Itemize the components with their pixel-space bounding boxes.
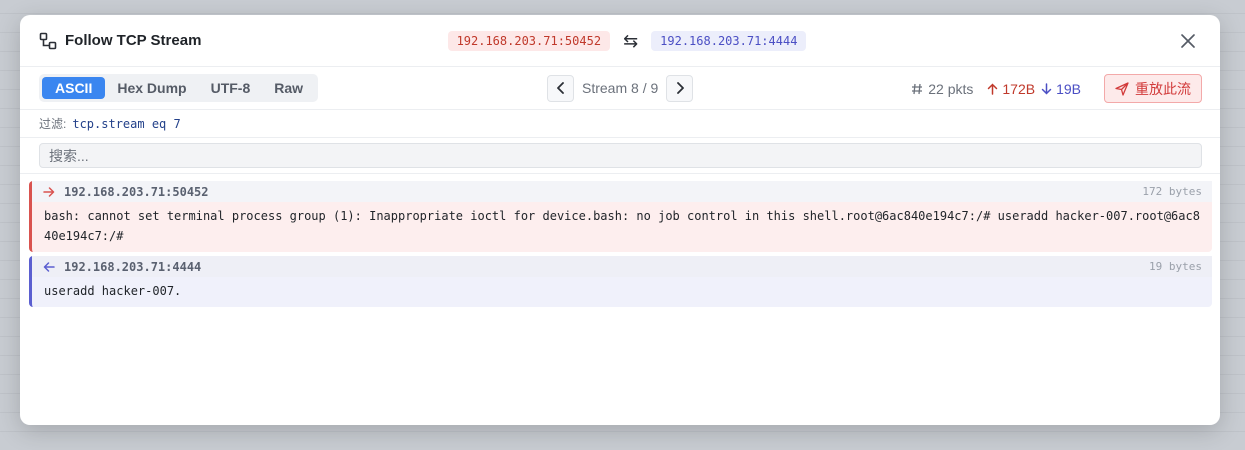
arrow-left-icon	[43, 261, 55, 272]
stream-index-label: Stream 8 / 9	[582, 80, 659, 96]
send-icon	[1115, 81, 1129, 96]
message-endpoint: 192.168.203.71:50452	[64, 184, 209, 199]
search-row	[20, 138, 1220, 174]
packet-count-label: 22 pkts	[928, 80, 974, 97]
dialog-title-group: Follow TCP Stream	[39, 32, 201, 50]
bytes-sent-label: 172B	[1002, 80, 1036, 97]
message-endpoint: 192.168.203.71:4444	[64, 259, 202, 274]
replay-stream-label: 重放此流	[1135, 80, 1191, 97]
message-header: 192.168.203.71:50452 172 bytes	[32, 181, 1212, 202]
chevron-left-icon	[556, 82, 564, 94]
stream-content: 192.168.203.71:50452 172 bytes bash: can…	[20, 174, 1220, 307]
dialog-title: Follow TCP Stream	[65, 32, 202, 49]
bytes-sent: 172B	[987, 81, 1035, 97]
close-icon[interactable]	[1178, 31, 1198, 51]
filter-expression: tcp.stream eq 7	[72, 116, 181, 131]
tab-utf8[interactable]: UTF-8	[199, 77, 263, 99]
stream-toolbar: ASCII Hex Dump UTF-8 Raw Stream 8 / 9 22…	[20, 67, 1220, 110]
filter-label: 过滤:	[39, 117, 67, 131]
hash-icon	[912, 83, 923, 94]
next-stream-button[interactable]	[666, 74, 694, 102]
packet-count: 22 pkts	[911, 81, 973, 97]
message-inbound: 192.168.203.71:4444 19 bytes useradd hac…	[29, 256, 1212, 307]
tab-ascii[interactable]: ASCII	[42, 77, 106, 99]
message-size: 19 bytes	[1149, 260, 1202, 273]
destination-endpoint-badge: 192.168.203.71:4444	[651, 31, 807, 51]
stream-stats: 22 pkts 172B 19B 重放此流	[911, 74, 1202, 103]
message-outbound: 192.168.203.71:50452 172 bytes bash: can…	[29, 181, 1212, 252]
arrow-down-icon	[1041, 82, 1052, 95]
message-body: useradd hacker-007.	[44, 284, 182, 298]
tab-hex-dump[interactable]: Hex Dump	[105, 77, 198, 99]
filter-row: 过滤: tcp.stream eq 7	[20, 110, 1220, 138]
stream-navigator: Stream 8 / 9	[547, 74, 694, 102]
tab-raw[interactable]: Raw	[262, 77, 315, 99]
swap-direction-icon[interactable]: ⇆	[623, 32, 638, 50]
dialog-header: Follow TCP Stream 192.168.203.71:50452 ⇆…	[20, 15, 1220, 67]
arrow-up-icon	[988, 82, 998, 95]
source-endpoint-badge: 192.168.203.71:50452	[447, 31, 611, 51]
message-header: 192.168.203.71:4444 19 bytes	[32, 256, 1212, 277]
previous-stream-button[interactable]	[547, 74, 574, 102]
message-body: bash: cannot set terminal process group …	[44, 209, 1200, 243]
stream-icon	[39, 32, 57, 49]
display-mode-tabs: ASCII Hex Dump UTF-8 Raw	[39, 74, 319, 102]
chevron-right-icon	[676, 82, 684, 94]
replay-stream-button[interactable]: 重放此流	[1104, 74, 1202, 103]
message-size: 172 bytes	[1142, 185, 1202, 198]
bytes-received: 19B	[1041, 81, 1081, 97]
search-input[interactable]	[39, 143, 1202, 168]
bytes-received-label: 19B	[1056, 80, 1081, 97]
arrow-right-icon	[43, 186, 55, 197]
follow-tcp-stream-dialog: Follow TCP Stream 192.168.203.71:50452 ⇆…	[20, 15, 1220, 425]
